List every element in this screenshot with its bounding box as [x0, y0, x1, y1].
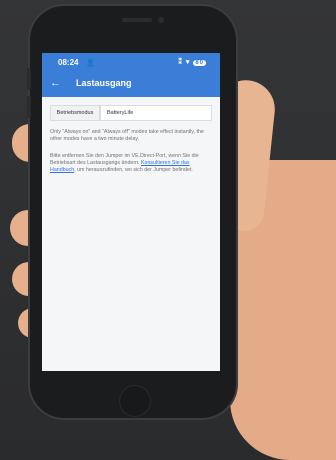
jumper-note: Bitte entfernen Sie den Jumper im VE.Dir… [50, 153, 212, 174]
volume-down-button[interactable] [27, 96, 31, 118]
mode-row: Betriebsmodus BatteryLife [50, 105, 212, 121]
phone-screen: 08:24 👤 ⁑ ▾ 80 ← Lastausgang Betriebsmod… [42, 53, 220, 371]
app-bar: 08:24 👤 ⁑ ▾ 80 ← Lastausgang [42, 53, 220, 97]
status-time: 08:24 [58, 58, 79, 67]
status-icons: ⁑ ▾ 80 [178, 58, 206, 66]
volume-up-button[interactable] [27, 68, 31, 90]
mode-label: Betriebsmodus [50, 105, 100, 121]
wifi-icon: ▾ [185, 59, 191, 66]
mode-select[interactable]: BatteryLife [100, 105, 212, 121]
delay-note: Only "Always on" and "Always off" modes … [50, 129, 204, 142]
jumper-note-suffix: , um herauszufinden, wo sich der Jumper … [74, 167, 193, 173]
person-icon: 👤 [86, 60, 95, 67]
battery-icon: 80 [193, 60, 206, 66]
phone-camera [158, 17, 164, 23]
arrow-left-icon[interactable]: ← [50, 77, 61, 89]
home-button[interactable] [119, 385, 151, 417]
page-title: Lastausgang [76, 78, 132, 88]
signal-icon: ⁑ [178, 59, 183, 66]
phone-speaker [122, 18, 152, 22]
